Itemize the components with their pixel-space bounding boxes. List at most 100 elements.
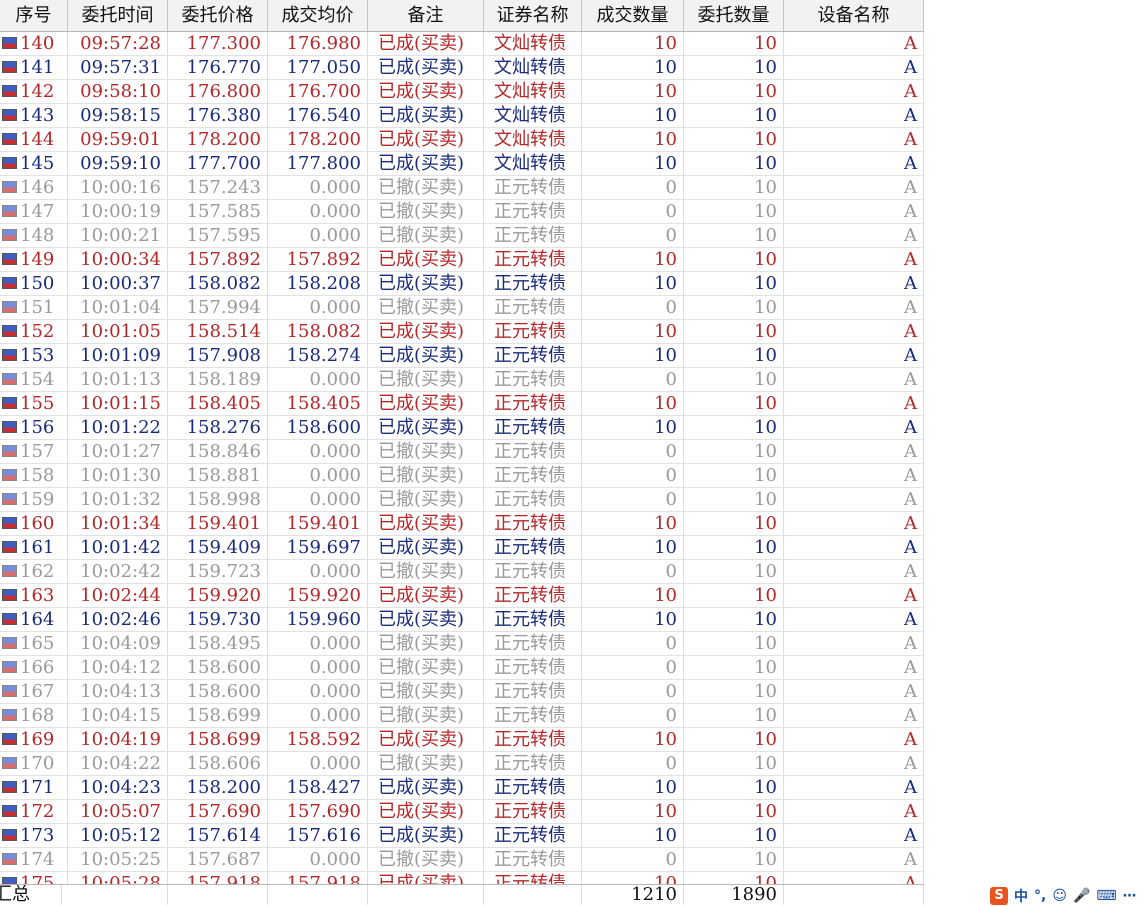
avg-price-cell: 158.405 <box>268 392 368 415</box>
summary-empty-cell <box>484 885 582 905</box>
sogou-logo-icon[interactable]: S <box>990 887 1008 905</box>
ime-punct-icon[interactable]: °, <box>1034 888 1046 904</box>
table-row[interactable]: 149 10:00:34 157.892 157.892 已成(买卖) 正元转债 10 10 A <box>0 248 924 272</box>
table-row[interactable]: 171 10:04:23 158.200 158.427 已成(买卖) 正元转债 10 10 A <box>0 776 924 800</box>
seq-text: 160 <box>20 513 55 534</box>
table-row[interactable]: 161 10:01:42 159.409 159.697 已成(买卖) 正元转债 10 10 A <box>0 536 924 560</box>
note-cell: 已撤(买卖) <box>368 848 484 871</box>
table-row[interactable]: 172 10:05:07 157.690 157.690 已成(买卖) 正元转债 10 10 A <box>0 800 924 824</box>
device-name-cell: A <box>784 632 924 655</box>
order-time-cell: 10:01:30 <box>68 464 168 487</box>
seq-text: 159 <box>20 489 55 510</box>
order-price-cell: 157.614 <box>168 824 268 847</box>
table-row[interactable]: 152 10:01:05 158.514 158.082 已成(买卖) 正元转债 10 10 A <box>0 320 924 344</box>
table-row[interactable]: 175 10:05:28 157.918 157.918 已成(买卖) 正元转债 10 10 A <box>0 872 924 884</box>
order-qty-cell: 10 <box>684 536 784 559</box>
table-row[interactable]: 140 09:57:28 177.300 176.980 已成(买卖) 文灿转债 10 10 A <box>0 32 924 56</box>
order-price-cell: 158.600 <box>168 656 268 679</box>
order-qty-cell: 10 <box>684 320 784 343</box>
table-row[interactable]: 154 10:01:13 158.189 0.000 已撤(买卖) 正元转债 0 10 A <box>0 368 924 392</box>
security-name-cell: 正元转债 <box>484 728 582 751</box>
table-row[interactable]: 143 09:58:15 176.380 176.540 已成(买卖) 文灿转债 10 10 A <box>0 104 924 128</box>
table-body[interactable]: 140 09:57:28 177.300 176.980 已成(买卖) 文灿转债 10 10 A… <box>0 32 924 884</box>
order-price-cell: 177.300 <box>168 32 268 55</box>
ime-keyboard-icon[interactable]: ⌨ <box>1096 888 1116 904</box>
column-header-time[interactable]: 委托时间 <box>68 0 168 31</box>
table-row[interactable]: 168 10:04:15 158.699 0.000 已撤(买卖) 正元转债 0 10 A <box>0 704 924 728</box>
order-price-cell: 158.881 <box>168 464 268 487</box>
table-row[interactable]: 153 10:01:09 157.908 158.274 已成(买卖) 正元转债 10 10 A <box>0 344 924 368</box>
table-row[interactable]: 158 10:01:30 158.881 0.000 已撤(买卖) 正元转债 0 10 A <box>0 464 924 488</box>
table-row[interactable]: 173 10:05:12 157.614 157.616 已成(买卖) 正元转债 10 10 A <box>0 824 924 848</box>
ime-toolbar[interactable]: S 中 °, ☺ 🎤 ⌨ ⋯ <box>990 887 1137 905</box>
column-header-seq[interactable]: 序号 <box>0 0 68 31</box>
table-row[interactable]: 170 10:04:22 158.606 0.000 已撤(买卖) 正元转债 0 10 A <box>0 752 924 776</box>
security-name-cell: 正元转债 <box>484 680 582 703</box>
table-row[interactable]: 150 10:00:37 158.082 158.208 已成(买卖) 正元转债 10 10 A <box>0 272 924 296</box>
table-row[interactable]: 162 10:02:42 159.723 0.000 已撤(买卖) 正元转债 0 10 A <box>0 560 924 584</box>
order-flag-icon <box>2 301 17 313</box>
table-row[interactable]: 159 10:01:32 158.998 0.000 已撤(买卖) 正元转债 0 10 A <box>0 488 924 512</box>
device-name-cell: A <box>784 56 924 79</box>
ime-lang-icon[interactable]: 中 <box>1014 886 1028 906</box>
order-flag-icon <box>2 109 17 121</box>
table-row[interactable]: 163 10:02:44 159.920 159.920 已成(买卖) 正元转债 10 10 A <box>0 584 924 608</box>
column-header-qty[interactable]: 委托数量 <box>684 0 784 31</box>
order-time-cell: 10:01:42 <box>68 536 168 559</box>
device-name-cell: A <box>784 776 924 799</box>
column-header-filled[interactable]: 成交数量 <box>582 0 684 31</box>
table-row[interactable]: 174 10:05:25 157.687 0.000 已撤(买卖) 正元转债 0 10 A <box>0 848 924 872</box>
column-header-price[interactable]: 委托价格 <box>168 0 268 31</box>
order-time-cell: 10:05:07 <box>68 800 168 823</box>
note-cell: 已成(买卖) <box>368 536 484 559</box>
table-row[interactable]: 167 10:04:13 158.600 0.000 已撤(买卖) 正元转债 0 10 A <box>0 680 924 704</box>
table-row[interactable]: 169 10:04:19 158.699 158.592 已成(买卖) 正元转债 10 10 A <box>0 728 924 752</box>
note-cell: 已成(买卖) <box>368 344 484 367</box>
note-cell: 已成(买卖) <box>368 512 484 535</box>
table-row[interactable]: 144 09:59:01 178.200 178.200 已成(买卖) 文灿转债 10 10 A <box>0 128 924 152</box>
table-row[interactable]: 155 10:01:15 158.405 158.405 已成(买卖) 正元转债 10 10 A <box>0 392 924 416</box>
table-row[interactable]: 151 10:01:04 157.994 0.000 已撤(买卖) 正元转债 0 10 A <box>0 296 924 320</box>
column-header-device[interactable]: 设备名称 <box>784 0 924 31</box>
order-time-cell: 10:00:16 <box>68 176 168 199</box>
table-row[interactable]: 141 09:57:31 176.770 177.050 已成(买卖) 文灿转债 10 10 A <box>0 56 924 80</box>
seq-text: 146 <box>20 177 55 198</box>
table-row[interactable]: 160 10:01:34 159.401 159.401 已成(买卖) 正元转债 10 10 A <box>0 512 924 536</box>
order-price-cell: 157.595 <box>168 224 268 247</box>
seq-cell: 147 <box>0 200 68 223</box>
ime-mic-icon[interactable]: 🎤 <box>1073 888 1090 904</box>
security-name-cell: 文灿转债 <box>484 104 582 127</box>
table-row[interactable]: 146 10:00:16 157.243 0.000 已撤(买卖) 正元转债 0 10 A <box>0 176 924 200</box>
table-row[interactable]: 156 10:01:22 158.276 158.600 已成(买卖) 正元转债 10 10 A <box>0 416 924 440</box>
ime-emoji-icon[interactable]: ☺ <box>1052 888 1067 904</box>
seq-cell: 159 <box>0 488 68 511</box>
order-flag-icon <box>2 733 17 745</box>
table-row[interactable]: 142 09:58:10 176.800 176.700 已成(买卖) 文灿转债 10 10 A <box>0 80 924 104</box>
device-name-cell: A <box>784 104 924 127</box>
note-cell: 已成(买卖) <box>368 608 484 631</box>
security-name-cell: 正元转债 <box>484 344 582 367</box>
table-row[interactable]: 145 09:59:10 177.700 177.800 已成(买卖) 文灿转债 10 10 A <box>0 152 924 176</box>
security-name-cell: 正元转债 <box>484 224 582 247</box>
security-name-cell: 正元转债 <box>484 296 582 319</box>
table-row[interactable]: 165 10:04:09 158.495 0.000 已撤(买卖) 正元转债 0 10 A <box>0 632 924 656</box>
table-row[interactable]: 164 10:02:46 159.730 159.960 已成(买卖) 正元转债 10 10 A <box>0 608 924 632</box>
seq-cell: 169 <box>0 728 68 751</box>
column-header-avg[interactable]: 成交均价 <box>268 0 368 31</box>
seq-text: 150 <box>20 273 55 294</box>
avg-price-cell: 157.690 <box>268 800 368 823</box>
order-price-cell: 158.082 <box>168 272 268 295</box>
ime-more-icon[interactable]: ⋯ <box>1123 888 1137 904</box>
table-row[interactable]: 157 10:01:27 158.846 0.000 已撤(买卖) 正元转债 0 10 A <box>0 440 924 464</box>
filled-qty-cell: 0 <box>582 464 684 487</box>
column-header-note[interactable]: 备注 <box>368 0 484 31</box>
table-row[interactable]: 166 10:04:12 158.600 0.000 已撤(买卖) 正元转债 0 10 A <box>0 656 924 680</box>
order-flag-icon <box>2 757 17 769</box>
device-name-cell: A <box>784 752 924 775</box>
note-cell: 已成(买卖) <box>368 152 484 175</box>
table-row[interactable]: 147 10:00:19 157.585 0.000 已撤(买卖) 正元转债 0 10 A <box>0 200 924 224</box>
device-name-cell: A <box>784 224 924 247</box>
column-header-name[interactable]: 证券名称 <box>484 0 582 31</box>
table-row[interactable]: 148 10:00:21 157.595 0.000 已撤(买卖) 正元转债 0 10 A <box>0 224 924 248</box>
order-time-cell: 09:57:31 <box>68 56 168 79</box>
